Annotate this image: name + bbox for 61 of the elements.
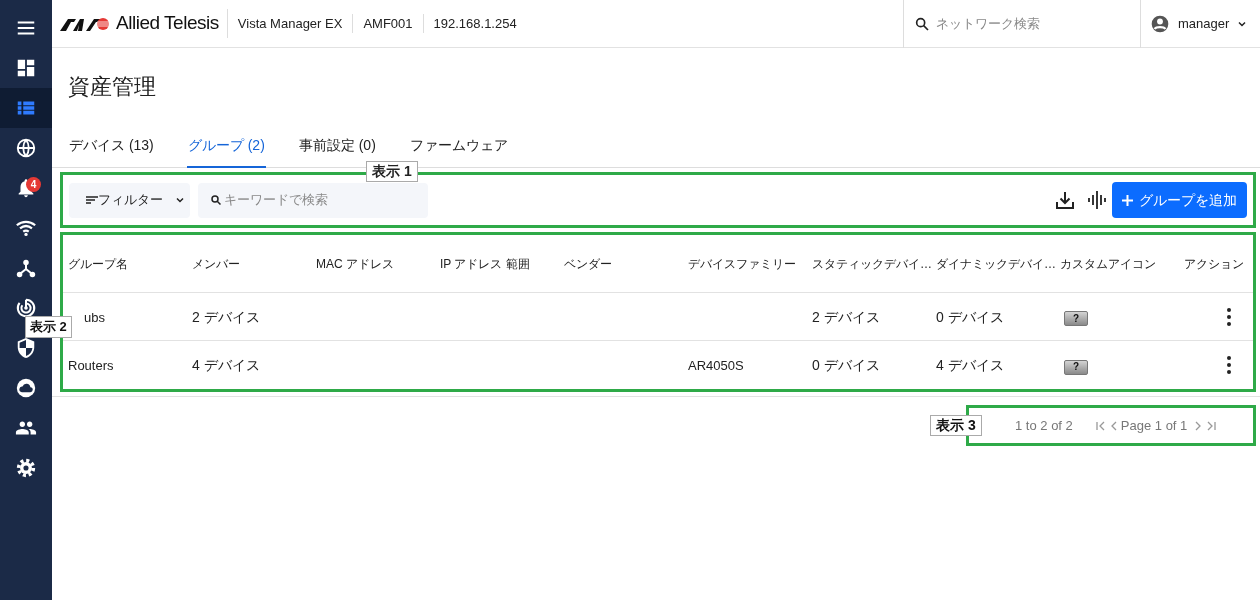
- table-cell: 0 デバイス: [812, 357, 880, 373]
- page-indicator: Page 1 of 1: [1120, 416, 1188, 435]
- search-icon: [210, 194, 222, 206]
- cloud-icon[interactable]: [15, 377, 37, 399]
- column-header[interactable]: MAC アドレス: [316, 256, 394, 271]
- add-group-button[interactable]: グループを追加: [1112, 182, 1247, 218]
- column-header[interactable]: グループ名: [68, 256, 128, 271]
- user-avatar-icon: [1150, 13, 1170, 34]
- logo-icon: [60, 16, 110, 31]
- page-range-text: 1 to 2 of 2: [1015, 416, 1073, 435]
- table-cell: 4 デバイス: [936, 357, 1004, 373]
- network-search-field[interactable]: ネットワーク検索: [903, 0, 1140, 48]
- column-header[interactable]: メンバー: [192, 256, 240, 271]
- callout-label: 表示 3: [930, 415, 982, 436]
- tab[interactable]: グループ (2): [186, 124, 266, 168]
- network-icon[interactable]: [15, 257, 37, 279]
- keyword-search-input[interactable]: キーワードで検索: [224, 190, 424, 210]
- globe-icon[interactable]: [15, 137, 37, 159]
- waveform-icon[interactable]: [1087, 190, 1107, 210]
- chevron-down-icon: [175, 195, 185, 205]
- search-icon: [914, 15, 930, 32]
- radar-icon[interactable]: [15, 297, 37, 319]
- page-title: 資産管理: [68, 72, 156, 101]
- ip-address: 192.168.1.254: [432, 14, 518, 33]
- area-name: AMF001: [353, 13, 424, 34]
- unknown-device-icon: ?: [1064, 311, 1088, 326]
- more-options-icon[interactable]: [1227, 307, 1231, 326]
- first-page-icon[interactable]: [1094, 419, 1107, 432]
- column-header[interactable]: アクション: [1184, 256, 1244, 271]
- plus-icon: [1122, 194, 1133, 206]
- table-cell: 0 デバイス: [936, 308, 1004, 325]
- more-options-icon[interactable]: [1227, 356, 1231, 374]
- table-cell: ubs: [84, 309, 105, 325]
- filter-icon: [86, 195, 98, 205]
- user-menu[interactable]: manager: [1140, 0, 1260, 48]
- table-cell: AR4050S: [688, 358, 744, 373]
- table-cell: 4 デバイス: [192, 357, 260, 373]
- tab[interactable]: デバイス (13): [68, 124, 155, 168]
- network-search-input[interactable]: ネットワーク検索: [936, 13, 1116, 34]
- column-header[interactable]: デバイスファミリー: [688, 256, 796, 271]
- column-header[interactable]: IP アドレス 範囲: [440, 256, 530, 271]
- keyword-search-field[interactable]: キーワードで検索: [198, 182, 428, 218]
- column-header[interactable]: ダイナミックデバイ…: [936, 256, 1056, 271]
- shield-icon[interactable]: [15, 337, 37, 359]
- callout-label: 表示 1: [366, 161, 418, 182]
- last-page-icon[interactable]: [1205, 419, 1218, 432]
- download-icon[interactable]: [1055, 190, 1075, 210]
- filter-button[interactable]: フィルター: [69, 182, 190, 218]
- table-cell: 2 デバイス: [812, 308, 880, 325]
- column-header[interactable]: カスタムアイコン: [1060, 256, 1156, 271]
- logo-text: Allied Telesis: [116, 9, 228, 38]
- notification-badge: 4: [26, 177, 41, 192]
- table-cell: Routers: [68, 358, 114, 373]
- settings-icon[interactable]: [15, 457, 37, 479]
- table-cell: 2 デバイス: [192, 308, 260, 325]
- column-header[interactable]: ベンダー: [564, 256, 612, 271]
- unknown-device-icon: ?: [1064, 359, 1088, 375]
- dashboard-icon[interactable]: [15, 57, 37, 79]
- column-header[interactable]: スタティックデバイ…: [812, 256, 932, 271]
- callout-label: 表示 2: [25, 316, 72, 338]
- product-name: Vista Manager EX: [227, 13, 354, 34]
